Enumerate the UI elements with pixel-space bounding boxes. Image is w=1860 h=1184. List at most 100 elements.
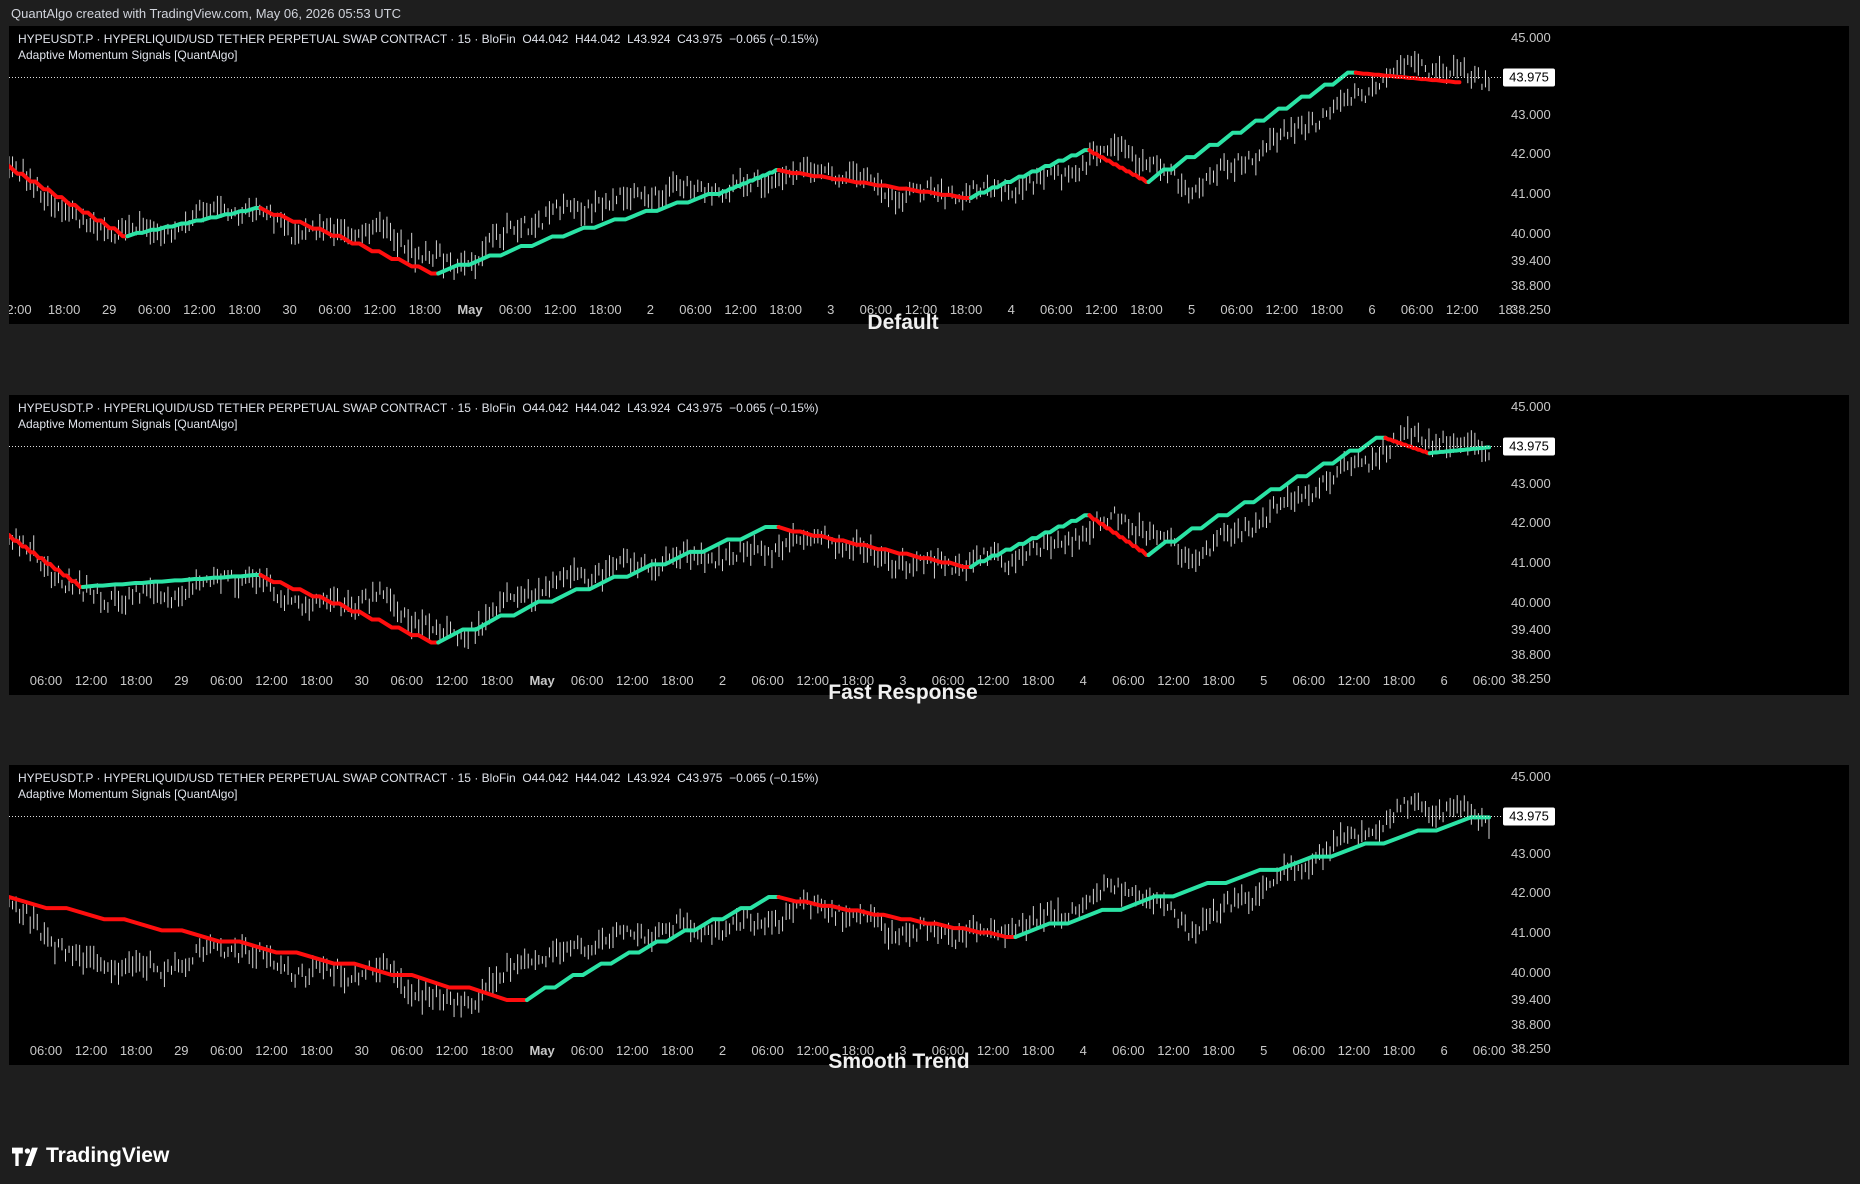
x-tick-label: 06:00 bbox=[751, 673, 784, 688]
symbol-legend[interactable]: HYPEUSDT.P · HYPERLIQUID/USD TETHER PERP… bbox=[18, 771, 819, 785]
x-tick-label: 06:00 bbox=[138, 302, 171, 317]
x-tick-label: 12:00 bbox=[364, 302, 397, 317]
x-tick-label: 06:00 bbox=[571, 1043, 604, 1058]
x-tick-label: 06:00 bbox=[391, 673, 424, 688]
x-tick-label: 06:00 bbox=[1220, 302, 1253, 317]
x-tick-label: 06:00 bbox=[571, 673, 604, 688]
symbol-legend[interactable]: HYPEUSDT.P · HYPERLIQUID/USD TETHER PERP… bbox=[18, 401, 819, 415]
chart-svg: 45.000 43.000 42.000 41.000 40.000 39.400 38.8… bbox=[9, 395, 1555, 695]
bull-signal-line bbox=[1013, 815, 1491, 939]
x-tick-label: 06:00 bbox=[210, 1043, 243, 1058]
x-tick-label: 30 bbox=[354, 1043, 368, 1058]
x-tick-label: 6 bbox=[1440, 673, 1447, 688]
indicator-legend[interactable]: Adaptive Momentum Signals [QuantAlgo] bbox=[18, 417, 237, 431]
y-tick-label: 42.000 bbox=[1511, 146, 1551, 161]
x-tick-label: 06:00 bbox=[1293, 673, 1326, 688]
y-tick-label: 41.000 bbox=[1511, 925, 1551, 940]
bull-signal-line bbox=[969, 513, 1092, 569]
y-tick-label: 45.000 bbox=[1511, 399, 1551, 414]
mode-label: Fast Response bbox=[828, 681, 978, 704]
x-tick-label: May bbox=[529, 673, 555, 688]
chart-svg: 45.000 43.000 42.000 41.000 40.000 39.400 38.8… bbox=[9, 765, 1555, 1065]
y-tick-label: 43.000 bbox=[1511, 846, 1551, 861]
bear-signal-line bbox=[9, 164, 130, 239]
x-tick-label: 3 bbox=[827, 302, 834, 317]
y-tick-label: 40.000 bbox=[1511, 965, 1551, 980]
x-tick-label: 18:00 bbox=[1130, 302, 1163, 317]
indicator-legend[interactable]: Adaptive Momentum Signals [QuantAlgo] bbox=[18, 787, 237, 801]
chart-pane-smooth-trend[interactable]: 45.000 43.000 42.000 41.000 40.000 39.400 38.8… bbox=[9, 765, 1849, 1073]
x-tick-label: 06:00 bbox=[1293, 1043, 1326, 1058]
x-tick-label: 4 bbox=[1080, 1043, 1087, 1058]
x-tick-label: 06:00 bbox=[30, 673, 63, 688]
x-tick-label: 06:00 bbox=[391, 1043, 424, 1058]
x-tick-label: 18:00 bbox=[1202, 1043, 1235, 1058]
price-bars bbox=[9, 416, 1490, 649]
x-tick-label: 18:00 bbox=[769, 302, 802, 317]
x-tick-label: 30 bbox=[354, 673, 368, 688]
y-tick-label: 40.000 bbox=[1511, 595, 1551, 610]
x-tick-label: 12:00 bbox=[183, 302, 216, 317]
x-tick-label: 29 bbox=[174, 673, 188, 688]
x-tick-label: 06:00 bbox=[1473, 1043, 1506, 1058]
x-tick-label: 18:00 bbox=[1383, 1043, 1416, 1058]
x-tick-label: 2 bbox=[719, 1043, 726, 1058]
price-bars bbox=[9, 51, 1490, 280]
y-tick-label: 38.800 bbox=[1511, 1017, 1551, 1032]
y-tick-label: 45.000 bbox=[1511, 769, 1551, 784]
x-tick-label: 12:00 bbox=[544, 302, 577, 317]
x-tick-label: 18:00 bbox=[300, 673, 333, 688]
x-tick-label: 06:00 bbox=[1473, 673, 1506, 688]
y-tick-label: 38.800 bbox=[1511, 647, 1551, 662]
tradingview-logo[interactable]: TradingView bbox=[12, 1144, 169, 1168]
bull-signal-line bbox=[1146, 435, 1388, 557]
x-tick-label: 12:00 bbox=[255, 1043, 288, 1058]
x-tick-label: May bbox=[457, 302, 483, 317]
x-tick-label: 18:00 bbox=[589, 302, 622, 317]
x-tick-label: 29 bbox=[174, 1043, 188, 1058]
y-tick-label: 38.250 bbox=[1511, 671, 1551, 686]
x-tick-label: 18:00 bbox=[409, 302, 442, 317]
x-tick-label: 06:00 bbox=[1112, 1043, 1145, 1058]
x-tick-label: 12:00 bbox=[1338, 1043, 1371, 1058]
last-price-label: 43.975 bbox=[1509, 438, 1549, 453]
x-tick-label: 12:00 bbox=[75, 673, 108, 688]
footer: TradingView bbox=[0, 1130, 1860, 1184]
bull-signal-line bbox=[125, 206, 263, 239]
x-tick-label: 12:00 bbox=[616, 1043, 649, 1058]
x-tick-label: 12:00 bbox=[255, 673, 288, 688]
y-tick-label: 39.400 bbox=[1511, 253, 1551, 268]
mode-label: Default bbox=[867, 311, 939, 334]
x-tick-label: 12:00 bbox=[977, 673, 1010, 688]
y-tick-label: 42.000 bbox=[1511, 885, 1551, 900]
x-tick-label: 12:00 bbox=[1085, 302, 1118, 317]
x-tick-label: 12:00 bbox=[1338, 673, 1371, 688]
x-tick-label: 5 bbox=[1188, 302, 1195, 317]
y-tick-label: 43.000 bbox=[1511, 107, 1551, 122]
x-tick-label: 4 bbox=[1080, 673, 1087, 688]
symbol-legend[interactable]: HYPEUSDT.P · HYPERLIQUID/USD TETHER PERP… bbox=[18, 32, 819, 46]
indicator-legend[interactable]: Adaptive Momentum Signals [QuantAlgo] bbox=[18, 48, 237, 62]
x-tick-label: 18:00 bbox=[1202, 673, 1235, 688]
bull-signal-line bbox=[436, 525, 781, 645]
y-tick-label: 42.000 bbox=[1511, 515, 1551, 530]
chart-pane-fast-response[interactable]: 45.000 43.000 42.000 41.000 40.000 39.400 38.8… bbox=[9, 395, 1849, 704]
x-tick-label: 6 bbox=[1440, 1043, 1447, 1058]
tradingview-wordmark: TradingView bbox=[46, 1144, 170, 1167]
x-tick-label: 18:00 bbox=[661, 673, 694, 688]
chart-pane-default[interactable]: 45.000 43.000 42.000 41.000 40.000 39.400 38.8… bbox=[9, 26, 1849, 334]
x-tick-label: 5 bbox=[1260, 1043, 1267, 1058]
y-tick-label: 38.250 bbox=[1511, 1041, 1551, 1056]
x-tick-label: 18:00 bbox=[1022, 673, 1055, 688]
chart-svg: 45.000 43.000 42.000 41.000 40.000 39.400 38.8… bbox=[9, 26, 1555, 324]
x-tick-label: 12:00 bbox=[1266, 302, 1299, 317]
x-tick-label: 4 bbox=[1008, 302, 1015, 317]
x-tick-label: 12:00 bbox=[724, 302, 757, 317]
x-tick-label: 06:00 bbox=[679, 302, 712, 317]
x-tick-label: 2 bbox=[719, 673, 726, 688]
x-tick-label: 18:00 bbox=[300, 1043, 333, 1058]
x-tick-label: 06:00 bbox=[210, 673, 243, 688]
x-tick-label: May bbox=[529, 1043, 555, 1058]
bull-signal-line bbox=[1427, 445, 1491, 456]
y-tick-label: 39.400 bbox=[1511, 992, 1551, 1007]
